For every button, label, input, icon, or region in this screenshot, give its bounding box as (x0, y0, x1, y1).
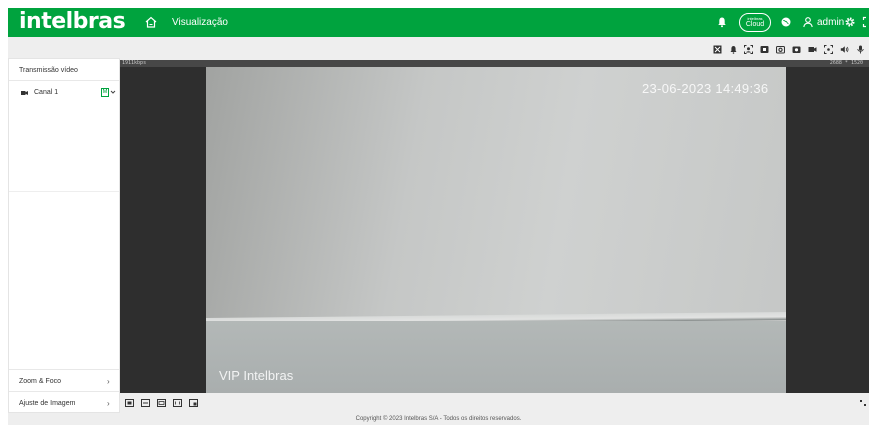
main-stream-badge[interactable]: M (101, 88, 109, 97)
channel-list-item[interactable]: Canal 1 M (9, 83, 119, 103)
original-size-icon[interactable] (125, 399, 134, 407)
live-video-area[interactable]: 1911kbps 2688 * 1520 23-06-2023 14:49:36… (120, 60, 869, 393)
video-bottom-bar (120, 393, 869, 413)
alarm-icon[interactable] (729, 45, 738, 54)
bitrate-readout: 1911kbps (122, 60, 147, 66)
expand-icon[interactable] (860, 400, 866, 406)
left-side-panel: Transmissão vídeo Canal 1 M Zoom & Foco … (8, 58, 120, 413)
chevron-right-icon: › (107, 399, 110, 408)
stream-info-bar: 1911kbps 2688 * 1520 (120, 60, 869, 67)
osd-timestamp: 23-06-2023 14:49:36 (642, 81, 769, 96)
osd-channel-name: VIP Intelbras (219, 368, 294, 383)
intelbras-logo: intelbras (19, 9, 126, 34)
username-label[interactable]: admin (817, 17, 844, 29)
video-stream-header: Transmissão vídeo (9, 59, 119, 81)
channel-label: Canal 1 (34, 89, 59, 96)
panel-divider (9, 191, 119, 192)
video-stream-title: Transmissão vídeo (19, 67, 78, 74)
zoom-focus-menu[interactable]: Zoom & Foco › (9, 369, 119, 391)
talk-microphone-icon[interactable] (856, 45, 865, 54)
zoom-focus-label: Zoom & Foco (19, 378, 62, 385)
nav-visualizacao[interactable]: Visualização (172, 17, 228, 29)
footer-copyright: Copyright © 2023 Intelbras S/A - Todos o… (355, 416, 522, 422)
chevron-right-icon: › (107, 377, 110, 386)
notification-bell-icon[interactable] (716, 16, 728, 28)
image-adjust-icon[interactable] (760, 45, 769, 54)
fit-window-icon[interactable] (141, 399, 150, 407)
ratio-16-9-icon[interactable] (157, 399, 166, 407)
camera-icon (21, 91, 28, 95)
top-navigation-bar: intelbras Visualização intelbras Cloud a… (8, 8, 869, 37)
settings-gear-icon[interactable] (844, 16, 856, 28)
home-icon[interactable] (144, 15, 158, 29)
pip-icon[interactable] (189, 399, 198, 407)
user-icon[interactable] (802, 16, 814, 28)
image-adjust-label: Ajuste de Imagem (19, 400, 76, 407)
audio-icon[interactable] (840, 45, 849, 54)
chevron-down-icon[interactable] (110, 89, 116, 95)
face-detection-icon[interactable] (744, 45, 753, 54)
camera-feed[interactable]: 23-06-2023 14:49:36 VIP Intelbras (206, 67, 786, 393)
intelbras-cloud-button[interactable]: intelbras Cloud (739, 13, 771, 32)
digital-zoom-icon[interactable] (824, 45, 833, 54)
image-adjust-menu[interactable]: Ajuste de Imagem › (9, 391, 119, 413)
cloud-label: Cloud (745, 21, 765, 28)
clear-alarm-icon[interactable] (713, 45, 722, 54)
language-globe-icon[interactable] (780, 16, 792, 28)
fullscreen-icon[interactable] (862, 16, 869, 28)
ratio-4-3-icon[interactable] (173, 399, 182, 407)
snapshot-icon[interactable] (776, 45, 785, 54)
record-icon[interactable] (808, 45, 817, 54)
continuous-snapshot-icon[interactable] (792, 45, 801, 54)
resolution-readout: 2688 * 1520 (829, 60, 863, 66)
